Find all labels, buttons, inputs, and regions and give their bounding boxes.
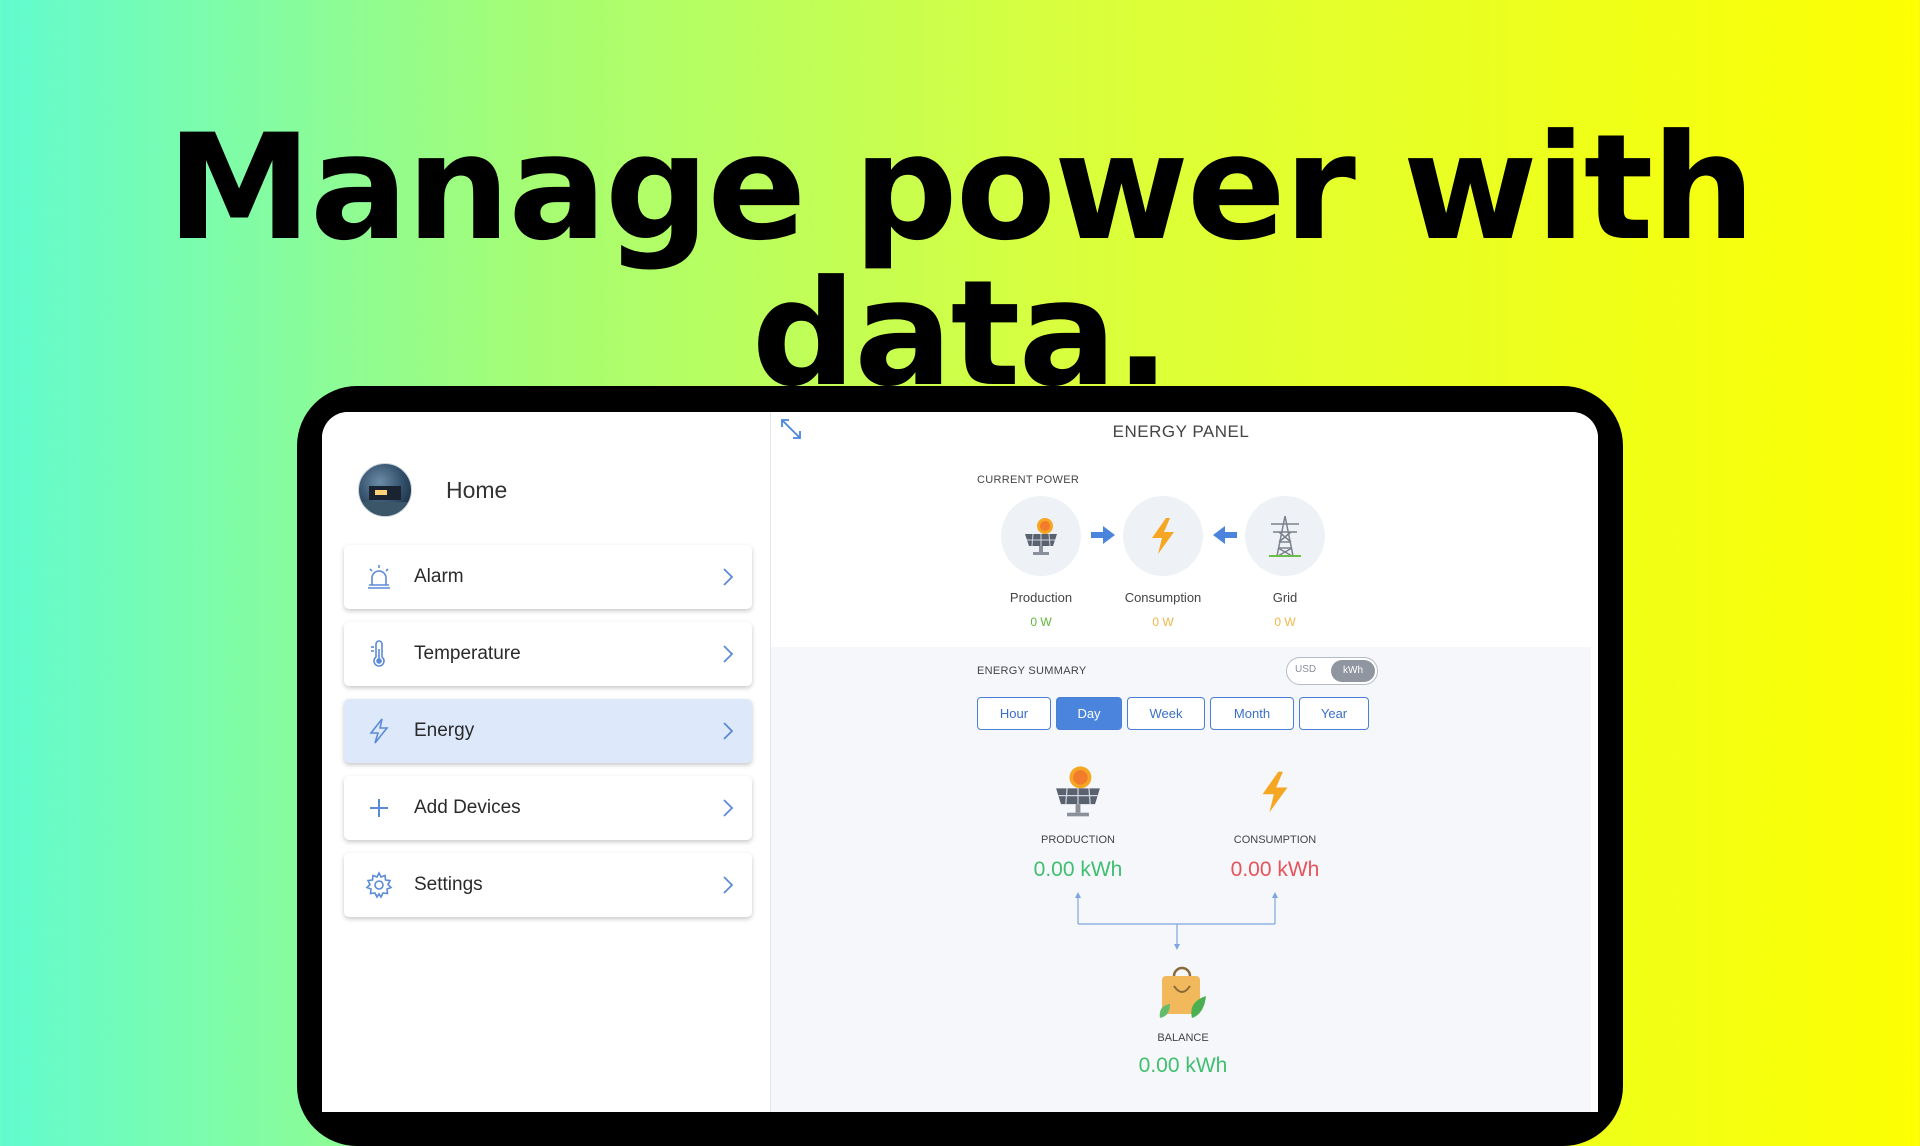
sidebar-item-temperature[interactable]: Temperature — [344, 622, 752, 686]
sidebar-item-label: Alarm — [414, 566, 464, 587]
sidebar-item-energy[interactable]: Energy — [344, 699, 752, 763]
gear-icon — [364, 870, 394, 900]
headline: Manage power with data. — [166, 103, 1756, 419]
thermometer-icon — [364, 639, 394, 669]
sidebar: Home Alarm Temperature Energy Add Device… — [322, 412, 770, 1112]
balance-label: BALANCE — [1157, 1032, 1209, 1044]
sidebar-item-add-devices[interactable]: Add Devices — [344, 776, 752, 840]
lightning-bolt-icon — [1262, 771, 1288, 813]
toggle-kwh[interactable]: kWh — [1331, 660, 1375, 682]
grid-circle — [1245, 496, 1325, 576]
summary-consumption-label: CONSUMPTION — [1233, 834, 1317, 846]
tab-month[interactable]: Month — [1210, 697, 1294, 730]
current-power-label: CURRENT POWER — [977, 474, 1080, 486]
sidebar-item-label: Temperature — [414, 643, 521, 664]
sidebar-item-settings[interactable]: Settings — [344, 853, 752, 917]
summary-production-label: PRODUCTION — [1041, 834, 1115, 846]
chevron-right-icon — [723, 645, 734, 663]
summary-consumption-value: 0.00 kWh — [1230, 858, 1320, 881]
tablet-screen: Home Alarm Temperature Energy Add Device… — [322, 412, 1598, 1112]
consumption-value: 0 W — [1152, 615, 1174, 629]
panel-title: ENERGY PANEL — [1112, 422, 1250, 441]
production-value: 0 W — [1030, 615, 1052, 629]
lightning-bolt-icon — [1152, 518, 1174, 554]
unit-toggle[interactable]: USD kWh — [1286, 657, 1378, 685]
power-tower-icon — [1269, 515, 1301, 557]
avatar — [358, 463, 412, 517]
sidebar-item-label: Settings — [414, 874, 483, 895]
alarm-icon — [364, 562, 394, 592]
tab-week[interactable]: Week — [1127, 697, 1205, 730]
sidebar-item-alarm[interactable]: Alarm — [344, 545, 752, 609]
chevron-right-icon — [723, 568, 734, 586]
plus-icon — [364, 793, 394, 823]
toggle-usd[interactable]: USD — [1295, 664, 1316, 675]
energy-summary-label: ENERGY SUMMARY — [977, 665, 1087, 677]
sidebar-item-label: Energy — [414, 720, 475, 741]
solar-panel-icon — [1025, 518, 1057, 555]
chevron-right-icon — [723, 799, 734, 817]
home-label: Home — [446, 476, 508, 503]
shopping-bag-icon — [1159, 966, 1206, 1018]
production-circle — [1001, 496, 1081, 576]
solar-panel-icon — [1056, 766, 1100, 817]
consumption-label: Consumption — [1124, 590, 1202, 605]
tab-year[interactable]: Year — [1299, 697, 1369, 730]
chevron-right-icon — [723, 722, 734, 740]
flow-connector — [1075, 892, 1278, 950]
grid-label: Grid — [1272, 590, 1298, 605]
energy-panel: ENERGY PANEL CURRENT POWER Production 0 … — [771, 412, 1598, 1112]
summary-production-value: 0.00 kWh — [1033, 858, 1123, 881]
consumption-circle — [1123, 496, 1203, 576]
production-label: Production — [1009, 590, 1073, 605]
tab-hour[interactable]: Hour — [977, 697, 1051, 730]
home-header[interactable]: Home — [358, 462, 507, 518]
arrow-left-icon — [1213, 526, 1237, 544]
lightning-icon — [364, 716, 394, 746]
tab-day[interactable]: Day — [1056, 697, 1122, 730]
balance-value: 0.00 kWh — [1138, 1054, 1228, 1077]
sidebar-item-label: Add Devices — [414, 797, 521, 818]
arrow-right-icon — [1091, 526, 1115, 544]
grid-value: 0 W — [1274, 615, 1296, 629]
chevron-right-icon — [723, 876, 734, 894]
